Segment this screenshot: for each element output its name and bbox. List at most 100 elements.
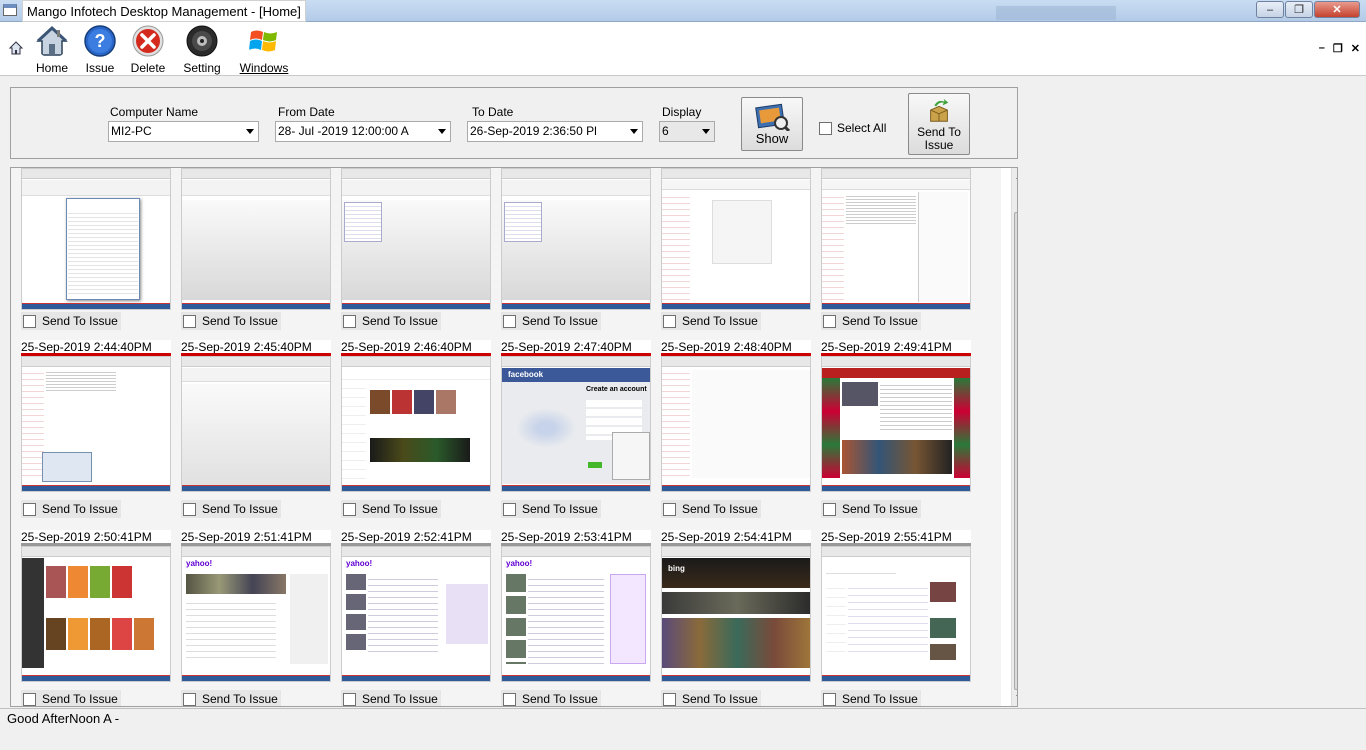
greeting-text: Good AfterNoon A - [7, 711, 120, 726]
chevron-down-icon [438, 129, 446, 134]
screenshot-thumbnail[interactable] [181, 356, 331, 492]
help-icon: ? [84, 25, 116, 57]
send-to-issue-checkbox[interactable]: Send To Issue [501, 690, 601, 706]
screenshot-thumbnail[interactable] [21, 356, 171, 492]
show-label: Show [755, 131, 789, 146]
create-account-text: Create an account [586, 386, 647, 393]
home-label: Home [35, 61, 68, 75]
windows-logo-icon [249, 30, 277, 52]
chevron-down-icon [702, 129, 710, 134]
house-icon [36, 25, 68, 56]
screenshot-thumbnail[interactable] [21, 546, 171, 682]
send-check-box[interactable] [23, 315, 36, 329]
windows-button[interactable]: Windows [238, 24, 290, 75]
screenshot-thumbnail[interactable] [821, 356, 971, 492]
issue-label: Issue [85, 61, 115, 75]
display-label: Display [662, 105, 702, 119]
svg-text:?: ? [95, 31, 106, 51]
send-to-issue-checkbox[interactable]: Send To Issue [21, 690, 121, 706]
home-button[interactable]: Home [26, 24, 78, 75]
display-count-value: 6 [662, 124, 669, 138]
grid-vertical-scrollbar[interactable] [1011, 168, 1017, 706]
screenshot-thumbnail[interactable] [821, 168, 971, 310]
screenshot-thumbnail[interactable]: yahoo! [181, 546, 331, 682]
screenshot-thumbnail[interactable]: bing [661, 546, 811, 682]
mdi-minimize-button[interactable]: – [1319, 42, 1325, 55]
screenshot-grid: Send To Issue Send To Issue Send To Issu… [10, 167, 1018, 707]
screenshot-thumbnail[interactable] [21, 168, 171, 310]
select-all-check-box[interactable] [819, 122, 832, 136]
scroll-thumb[interactable] [1014, 212, 1017, 690]
screenshot-thumbnail[interactable] [821, 546, 971, 682]
chevron-down-icon [630, 129, 638, 134]
computer-name-label: Computer Name [110, 105, 199, 119]
screenshot-thumbnail[interactable]: facebook Create an account [501, 356, 651, 492]
computer-name-select[interactable]: MI2-PC [108, 121, 259, 142]
screenshot-thumbnail[interactable] [341, 168, 491, 310]
window-title: Mango Infotech Desktop Management - [Hom… [22, 0, 306, 22]
send-to-issue-checkbox[interactable]: Send To Issue [181, 500, 281, 518]
display-count-select[interactable]: 6 [659, 121, 715, 142]
send-to-issue-checkbox[interactable]: Send To Issue [661, 312, 761, 330]
send-to-issue-checkbox[interactable]: Send To Issue [21, 500, 121, 518]
select-all-label: Select All [837, 121, 887, 135]
delete-button[interactable]: Delete [122, 24, 174, 75]
select-all-checkbox[interactable]: Select All [819, 121, 887, 136]
send-to-issue-checkbox[interactable]: Send To Issue [821, 500, 921, 518]
send-to-issue-checkbox[interactable]: Send To Issue [341, 500, 441, 518]
send-to-issue-checkbox[interactable]: Send To Issue [341, 690, 441, 706]
from-date-picker[interactable]: 28- Jul -2019 12:00:00 A [275, 121, 451, 142]
send-to-issue-checkbox[interactable]: Send To Issue [501, 312, 601, 330]
maximize-button[interactable]: ❐ [1285, 1, 1313, 18]
delete-icon [132, 25, 164, 57]
from-date-value: 28- Jul -2019 12:00:00 A [278, 124, 409, 138]
send-to-issue-button[interactable]: Send To Issue [908, 93, 970, 155]
setting-label: Setting [183, 61, 221, 75]
windows-label: Windows [239, 61, 289, 75]
delete-label: Delete [130, 61, 166, 75]
scroll-up-icon[interactable] [1016, 174, 1017, 179]
bing-logo-text: bing [668, 564, 685, 573]
send-to-issue-checkbox[interactable]: Send To Issue [21, 312, 121, 330]
send-to-issue-checkbox[interactable]: Send To Issue [181, 690, 281, 706]
screenshot-thumbnail[interactable] [341, 356, 491, 492]
send-to-issue-checkbox[interactable]: Send To Issue [181, 312, 281, 330]
thumb-titlebar [22, 169, 170, 179]
filter-panel: Computer Name MI2-PC From Date 28- Jul -… [10, 87, 1018, 159]
small-home-icon[interactable] [8, 40, 24, 56]
close-button[interactable]: ✕ [1314, 1, 1360, 18]
screenshot-thumbnail[interactable] [181, 168, 331, 310]
screenshot-thumbnail[interactable] [501, 168, 651, 310]
send-to-issue-checkbox[interactable]: Send To Issue [821, 312, 921, 330]
scroll-down-icon[interactable] [1016, 695, 1017, 700]
screenshot-thumbnail[interactable]: yahoo! [341, 546, 491, 682]
send-to-issue-checkbox[interactable]: Send To Issue [341, 312, 441, 330]
screenshot-thumbnail[interactable] [661, 356, 811, 492]
screenshot-thumbnail[interactable] [661, 168, 811, 310]
mdi-close-button[interactable]: ✕ [1351, 42, 1360, 55]
computer-name-value: MI2-PC [111, 124, 152, 138]
screenshot-thumbnail[interactable]: yahoo! [501, 546, 651, 682]
send-box-icon [930, 98, 949, 122]
show-button[interactable]: Show [741, 97, 803, 151]
send-to-issue-checkbox[interactable]: Send To Issue [501, 500, 601, 518]
send-to-issue-label: Send To Issue [917, 125, 961, 152]
window-controls: – ❐ ✕ [1255, 1, 1360, 18]
main-toolbar: Home ? Issue Delete Setting Windows – ❐ … [0, 22, 1366, 76]
facebook-logo-text: facebook [502, 368, 650, 382]
chevron-down-icon [246, 129, 254, 134]
from-date-label: From Date [278, 105, 335, 119]
send-to-issue-checkbox[interactable]: Send To Issue [821, 690, 921, 706]
status-bar: Good AfterNoon A - [0, 708, 1366, 728]
setting-button[interactable]: Setting [176, 24, 228, 75]
send-to-issue-checkbox[interactable]: Send To Issue [661, 690, 761, 706]
yahoo-logo-text: yahoo! [186, 559, 213, 568]
mdi-restore-button[interactable]: ❐ [1333, 42, 1343, 55]
to-date-value: 26-Sep-2019 2:36:50 Pl [470, 124, 597, 138]
issue-button[interactable]: ? Issue [74, 24, 126, 75]
to-date-label: To Date [472, 105, 514, 119]
minimize-button[interactable]: – [1256, 1, 1284, 18]
to-date-picker[interactable]: 26-Sep-2019 2:36:50 Pl [467, 121, 643, 142]
send-to-issue-checkbox[interactable]: Send To Issue [661, 500, 761, 518]
show-screenshot-icon [755, 103, 790, 131]
